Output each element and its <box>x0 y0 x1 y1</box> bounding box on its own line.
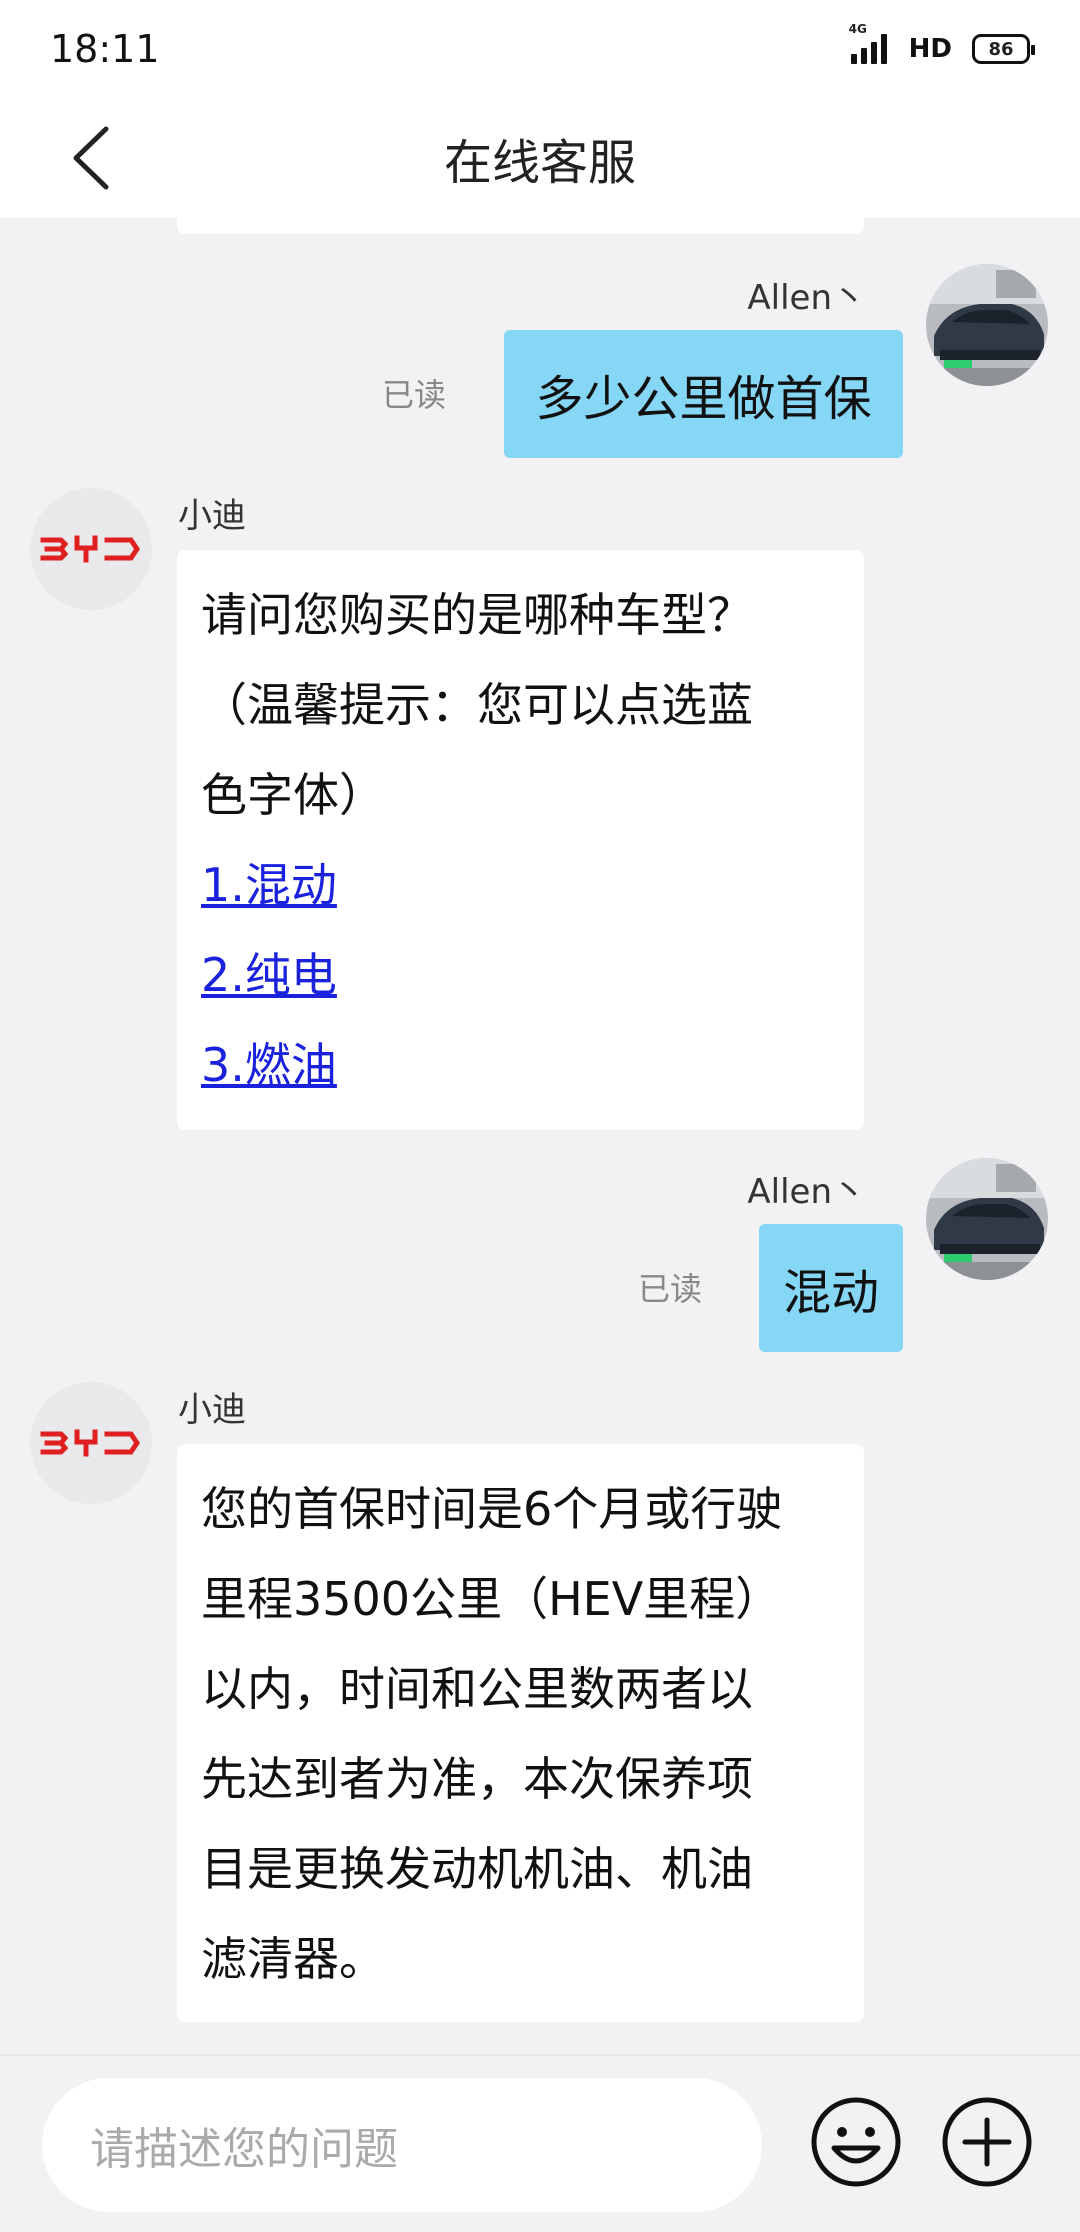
battery-level: 86 <box>988 38 1014 60</box>
emoji-button[interactable] <box>810 2096 902 2188</box>
message-line: 滤清器。 <box>201 1932 385 1986</box>
page-title: 在线客服 <box>443 135 636 191</box>
user-avatar[interactable] <box>926 264 1048 386</box>
status-time: 18:11 <box>50 27 160 71</box>
sender-name: Allen丶 <box>747 1172 866 1212</box>
message-line: 以内，时间和公里数两者以 <box>201 1662 753 1716</box>
message-line: 您的首保时间是6个月或行驶 <box>201 1482 783 1536</box>
option-link-hybrid[interactable]: 1.混动 <box>201 840 840 930</box>
back-arrow-icon <box>73 126 109 190</box>
option-link-fuel[interactable]: 3.燃油 <box>201 1020 840 1110</box>
message-bubble: 请问您购买的是哪种车型？ （温馨提示：您可以点选蓝 色字体） 1.混动 2.纯电… <box>177 550 864 1130</box>
user-avatar[interactable] <box>926 1158 1048 1280</box>
chat-list[interactable]: Allen丶 已读 多少公里做首保 小迪 请问您购买的是哪种车型？ （温馨提示：… <box>0 218 1080 2054</box>
status-icons: 4G HD 86 <box>849 22 1035 64</box>
read-status: 已读 <box>638 1270 703 1308</box>
byd-logo-icon <box>40 535 141 563</box>
sender-name: 小迪 <box>178 1390 246 1430</box>
message-line: 里程3500公里（HEV里程） <box>201 1572 782 1626</box>
input-placeholder: 请描述您的问题 <box>90 2124 398 2175</box>
previous-message-bubble <box>177 218 864 234</box>
message-line: （温馨提示：您可以点选蓝 <box>201 678 753 732</box>
message-bubble: 您的首保时间是6个月或行驶 里程3500公里（HEV里程） 以内，时间和公里数两… <box>177 1444 864 2022</box>
message-bubble[interactable]: 多少公里做首保 <box>504 330 903 458</box>
message-line: 请问您购买的是哪种车型？ <box>201 588 753 642</box>
message-bubble[interactable]: 混动 <box>759 1224 903 1352</box>
message-line: 目是更换发动机机油、机油 <box>201 1842 753 1896</box>
sender-name: Allen丶 <box>747 278 866 318</box>
message-text: 混动 <box>782 1265 879 1321</box>
more-button[interactable] <box>941 2096 1033 2188</box>
nav-bar: 在线客服 <box>0 98 1080 218</box>
emoji-icon <box>811 2097 901 2187</box>
car-avatar <box>926 264 1048 386</box>
plus-icon <box>942 2097 1032 2187</box>
signal-icon: 4G <box>849 22 887 64</box>
byd-logo-icon <box>40 1429 141 1457</box>
message-line: 先达到者为准，本次保养项 <box>201 1752 753 1806</box>
bot-avatar <box>30 1382 152 1504</box>
sender-name: 小迪 <box>178 496 246 536</box>
back-button[interactable] <box>50 118 130 198</box>
bot-avatar <box>30 488 152 610</box>
message-input[interactable]: 请描述您的问题 <box>42 2078 762 2212</box>
network-type: 4G <box>848 22 867 36</box>
message-text: 多少公里做首保 <box>535 371 872 427</box>
option-link-electric[interactable]: 2.纯电 <box>201 930 840 1020</box>
input-bar: 请描述您的问题 <box>0 2054 1080 2232</box>
read-status: 已读 <box>382 376 447 414</box>
car-avatar <box>926 1158 1048 1280</box>
status-bar: 18:11 4G HD 86 <box>0 0 1080 98</box>
hd-voice-icon: HD <box>908 34 952 64</box>
message-line: 色字体） <box>201 768 385 822</box>
battery-icon: 86 <box>972 34 1035 64</box>
